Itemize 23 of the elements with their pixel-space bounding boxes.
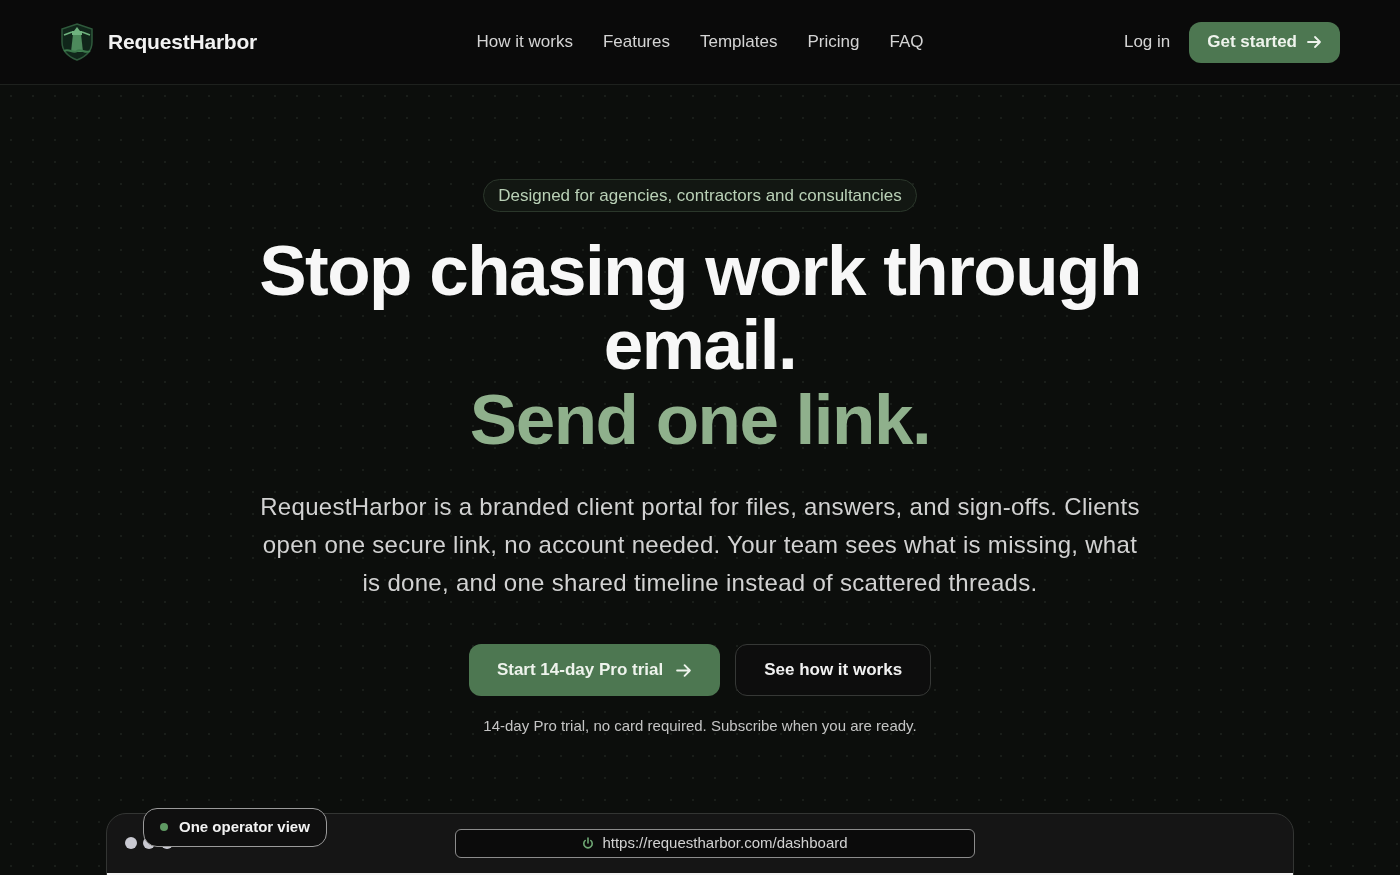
nav-link[interactable]: How it works (476, 29, 573, 55)
operator-view-label: One operator view (179, 816, 310, 837)
status-dot-icon (160, 823, 168, 831)
trial-note: 14-day Pro trial, no card required. Subscribe when you are ready. (483, 716, 917, 736)
arrow-right-icon (675, 661, 693, 679)
nav-link[interactable]: Templates (700, 29, 778, 55)
log-in-link[interactable]: Log in (1123, 29, 1171, 55)
headline-accent: Send one link. (469, 382, 931, 458)
arrow-right-icon (1306, 34, 1322, 50)
see-how-it-works-button[interactable]: See how it works (735, 644, 932, 696)
audience-badge: Designed for agencies, contractors and consultancies (483, 179, 917, 212)
address-bar[interactable]: https://requestharbor.com/dashboard (455, 828, 975, 858)
headline: Stop chasing work through email. (258, 234, 1142, 382)
url-text: https://requestharbor.com/dashboard (602, 832, 848, 853)
power-icon (582, 837, 595, 849)
get-started-button[interactable]: Get started (1189, 21, 1340, 63)
lighthouse-shield-logo-icon (60, 23, 94, 61)
nav-link[interactable]: FAQ (889, 29, 924, 55)
brand-name: RequestHarbor (108, 29, 258, 56)
nav-link[interactable]: Pricing (807, 29, 860, 55)
start-trial-button[interactable]: Start 14-day Pro trial (468, 644, 721, 696)
nav-link[interactable]: Features (602, 29, 670, 55)
hero-description: RequestHarbor is a branded client portal for files, answers, and sign-offs. Clients open one secure link, no account needed. Your team sees what is missing, what is done, and one shared timeline instead of scattered threads. (259, 492, 1141, 598)
